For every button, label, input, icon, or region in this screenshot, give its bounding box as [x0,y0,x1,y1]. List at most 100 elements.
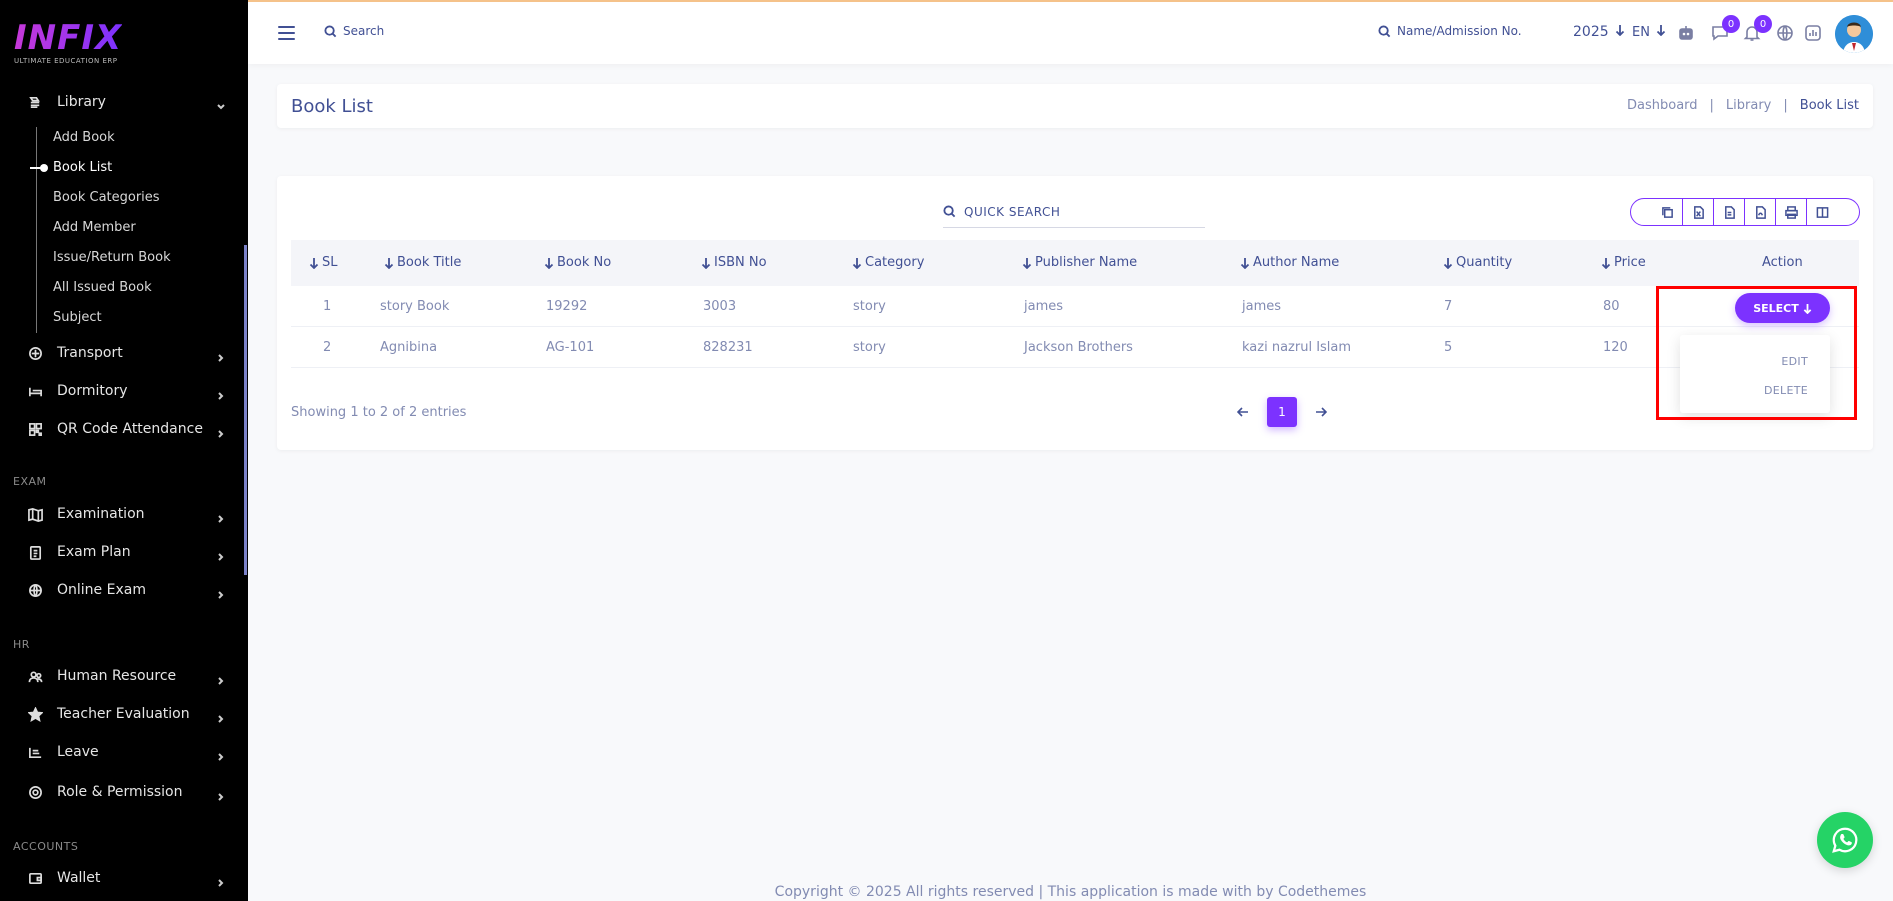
clipboard-icon [26,543,44,561]
notification-badge: 0 [1754,15,1772,33]
chat-button[interactable]: 0 [1710,15,1740,43]
delete-menu-item[interactable]: DELETE [1764,384,1808,397]
page-title: Book List [291,96,373,117]
quick-search-input[interactable]: QUICK SEARCH [943,196,1205,228]
sidebar-item-label: QR Code Attendance [57,421,203,437]
table-header: SL Book Title Book No ISBN No Category P… [291,240,1859,286]
sidebar-item-role-permission[interactable]: Role & Permission [0,777,248,807]
column-header-book-no[interactable]: Book No [544,255,611,270]
avatar[interactable] [1835,15,1873,53]
cell-publisher: james [1024,299,1064,314]
entries-info: Showing 1 to 2 of 2 entries [291,405,467,420]
section-exam: EXAM [13,475,47,488]
sidebar-item-wallet[interactable]: Wallet [0,863,248,893]
copy-button[interactable] [1652,199,1683,225]
sidebar-item-label: Role & Permission [57,784,183,800]
sidebar-item-library[interactable]: Library [0,87,248,117]
language-selector[interactable]: EN [1632,24,1666,40]
sidebar-item-exam-plan[interactable]: Exam Plan [0,537,248,567]
sort-arrow-icon [384,257,394,269]
column-visibility-button[interactable] [1807,199,1838,225]
sort-arrow-icon [852,257,862,269]
search-icon [943,205,956,218]
select-action-button[interactable]: SELECT [1735,293,1830,323]
bed-icon [26,382,44,400]
excel-button[interactable] [1683,199,1714,225]
column-header-isbn-no[interactable]: ISBN No [701,255,767,270]
cell-book-no: AG-101 [546,340,595,355]
sidebar-item-teacher-evaluation[interactable]: Teacher Evaluation [0,699,248,729]
chevron-right-icon [216,709,226,723]
year-value: 2025 [1573,24,1609,40]
sidebar-subitem-all-issued-book[interactable]: All Issued Book [53,280,152,295]
chevron-right-icon [216,509,226,523]
edit-menu-item[interactable]: EDIT [1781,355,1808,368]
sidebar-item-dormitory[interactable]: Dormitory [0,376,248,406]
export-button-group [1630,198,1860,226]
sidebar-item-label: Teacher Evaluation [57,706,190,722]
menu-toggle-button[interactable] [278,26,295,40]
table-row: 2 Agnibina AG-101 828231 story Jackson B… [291,327,1859,368]
excel-icon [1693,205,1704,219]
sidebar-item-examination[interactable]: Examination [0,499,248,529]
book-list-card: QUICK SEARCH SL Book Title Book No ISBN … [277,176,1873,450]
sidebar-item-human-resource[interactable]: Human Resource [0,661,248,691]
year-selector[interactable]: 2025 [1573,24,1625,40]
chat-badge: 0 [1722,15,1740,33]
column-header-price[interactable]: Price [1601,255,1646,270]
logo[interactable]: INFIX ULTIMATE EDUCATION ERP [14,20,122,65]
print-button[interactable] [1776,199,1807,225]
sidebar-subitem-subject[interactable]: Subject [53,310,102,325]
column-header-book-title[interactable]: Book Title [384,255,461,270]
active-dot [40,164,48,172]
notification-button[interactable]: 0 [1742,15,1772,43]
select-label: SELECT [1753,301,1799,315]
whatsapp-button[interactable] [1817,812,1873,868]
breadcrumb-dashboard[interactable]: Dashboard [1627,98,1698,113]
cell-sl: 1 [323,299,332,314]
logo-word: INFIX [14,18,123,58]
name-admission-search[interactable]: Name/Admission No. [1378,24,1522,38]
breadcrumb: Dashboard | Library | Book List [1627,98,1859,113]
footer-copyright: Copyright © 2025 All rights reserved | T… [774,884,1367,900]
column-header-category[interactable]: Category [852,255,924,270]
csv-button[interactable] [1714,199,1745,225]
sidebar-item-online-exam[interactable]: Online Exam [0,575,248,605]
sidebar-item-transport[interactable]: Transport [0,338,248,368]
pdf-button[interactable] [1745,199,1776,225]
chevron-right-icon [216,873,226,887]
top-search[interactable]: Search [324,24,384,38]
breadcrumb-library[interactable]: Library [1726,98,1771,113]
globe-icon[interactable] [1775,23,1795,43]
arrow-down-icon [1803,303,1812,314]
column-header-publisher-name[interactable]: Publisher Name [1022,255,1137,270]
sort-arrow-icon [701,257,711,269]
permission-icon [26,783,44,801]
column-header-quantity[interactable]: Quantity [1443,255,1512,270]
analytics-icon[interactable] [1803,23,1823,43]
page-button-current[interactable]: 1 [1267,397,1297,427]
sidebar-subitem-add-member[interactable]: Add Member [53,220,136,235]
columns-icon [1816,206,1829,218]
sidebar-subitem-add-book[interactable]: Add Book [53,130,115,145]
chevron-right-icon [216,585,226,599]
cell-quantity: 5 [1444,340,1453,355]
chevron-right-icon [216,348,226,362]
cell-sl: 2 [323,340,332,355]
sidebar-subitem-issue-return-book[interactable]: Issue/Return Book [53,250,171,265]
column-header-author-name[interactable]: Author Name [1240,255,1339,270]
search-icon [324,24,337,37]
chevron-right-icon [216,671,226,685]
topbar: Search Name/Admission No. 2025 EN 0 0 [248,0,1893,64]
sidebar-item-leave[interactable]: Leave [0,737,248,767]
sort-arrow-icon [1022,257,1032,269]
previous-page-button[interactable] [1236,403,1249,422]
next-page-button[interactable] [1315,403,1328,422]
sidebar-subitem-book-list[interactable]: Book List [53,160,112,175]
sidebar-item-qr-code-attendance[interactable]: QR Code Attendance [0,414,248,444]
robot-icon[interactable] [1676,23,1696,43]
chevron-down-icon [216,97,226,110]
logo-tagline: ULTIMATE EDUCATION ERP [14,57,118,65]
column-header-sl[interactable]: SL [309,255,338,270]
sidebar-subitem-book-categories[interactable]: Book Categories [53,190,160,205]
